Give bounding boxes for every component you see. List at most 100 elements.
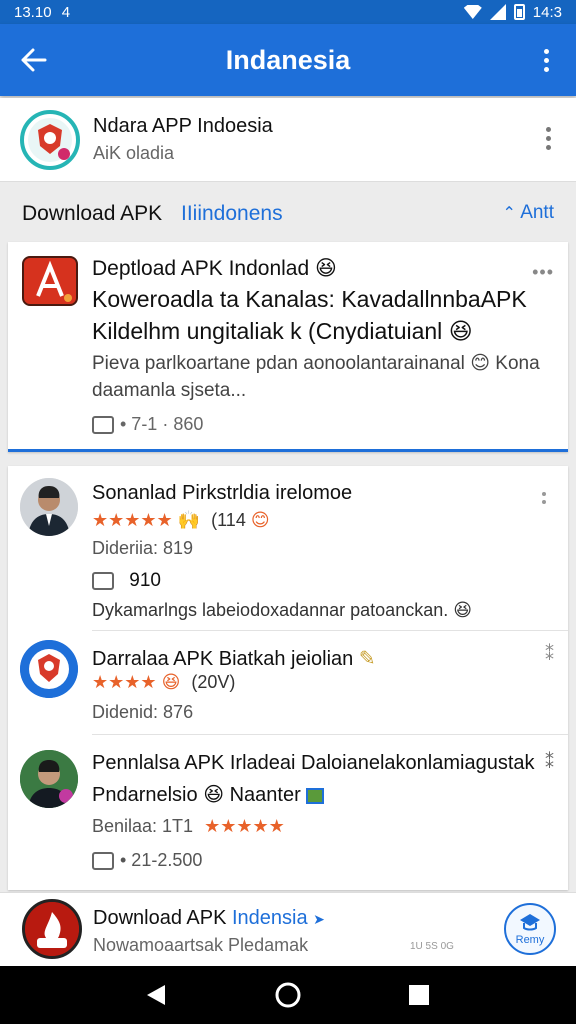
stars-text: ★★★★ [92, 672, 157, 692]
grin-emoji-icon: 😆 [315, 257, 337, 280]
section-title: Download APK [22, 202, 163, 225]
featured-post-card[interactable]: Deptload APK Indonlad 😆 Koweroadla ta Ka… [8, 242, 568, 452]
channel-avatar [20, 110, 80, 170]
nav-home-button[interactable] [274, 981, 302, 1009]
status-bar: 13.10 4 14:3 [0, 0, 576, 24]
person-avatar-icon [20, 478, 78, 536]
item-menu-button[interactable] [534, 484, 554, 512]
stars-text: ★★★★★ [92, 510, 173, 530]
comment-icon [92, 415, 114, 434]
list-item[interactable]: Sonanlad Pirkstrldia irelomoe ★★★★★ 🙌 (1… [8, 466, 568, 630]
item-line-1: Dideriia: 819 [92, 538, 194, 558]
chevron-up-icon: ⌃ [502, 205, 516, 222]
grin-emoji-icon: 😆 [203, 784, 225, 806]
dot-icon [543, 57, 549, 63]
more-options-button[interactable] [532, 42, 560, 78]
page-title: Indanesia [225, 44, 351, 75]
dot-icon [542, 500, 546, 504]
bottom-title: Download APK Indensia ➤ [93, 907, 325, 930]
fab-label: Remy [515, 934, 545, 946]
featured-desc-1-end: Kona [495, 353, 540, 374]
laugh-emoji-icon: 😆 [161, 672, 181, 692]
smile-emoji-icon: 😊 [470, 353, 490, 374]
bottom-channel-bar[interactable]: Download APK Indensia ➤ Nowamoaartsak Pl… [0, 892, 576, 966]
post-list-card: Sonanlad Pirkstrldia irelomoe ★★★★★ 🙌 (1… [8, 466, 568, 890]
circle-home-icon [275, 982, 301, 1008]
item-meta: • 21-2.500 [92, 850, 202, 871]
dot-icon [542, 492, 546, 496]
status-time: 13.10 4 [14, 4, 70, 21]
nav-recents-button[interactable] [405, 981, 433, 1009]
channel-header[interactable]: Ndara APP Indoesia AiK oladia [0, 98, 576, 182]
item-line-2-text: Pndarnelsio [92, 784, 198, 806]
item-line-1: Didenid: 876 [92, 702, 194, 722]
signal-icon [489, 4, 506, 20]
status-icons: 14:3 [463, 4, 562, 21]
featured-line-3-text: Kildelhm ungitaliak k (Cnydiatuianl [92, 318, 443, 344]
item-title: Pennlalsa APK Irladeai Daloianelakonlami… [92, 752, 535, 774]
featured-title-line-2: Koweroadla ta Kanalas: KavadallnnbaAPK [92, 286, 527, 312]
item-title-line-2: Pndarnelsio 😆 Naanter [92, 782, 325, 807]
featured-meta-text: • 7-1 · 860 [120, 414, 204, 434]
dot-icon [545, 144, 551, 150]
rating-stars: ★★★★★ 🙌 (114 😊 [92, 510, 270, 531]
smile-emoji-icon: 😊 [250, 510, 270, 530]
section-tag[interactable]: IIiindonens [181, 202, 283, 226]
avatar [20, 478, 78, 536]
dot-icon [543, 66, 549, 72]
app-logo-icon [22, 256, 78, 306]
status-extra: 4 [61, 3, 71, 21]
item-line-3: Benilaa: 1T1 ★★★★★ [92, 816, 285, 837]
divider [92, 734, 568, 735]
featured-desc-1-text: Pieva parlkoartane pdan aonoolantarainan… [92, 353, 465, 374]
shield-logo-icon [20, 640, 78, 698]
rating-count: (20V) [191, 672, 236, 692]
channel-name: Ndara APP Indoesia [93, 115, 273, 137]
status-time-text: 13.10 [14, 3, 52, 21]
item-title-text: Darralaa APK Biatkah jeiolian [92, 648, 354, 670]
person-avatar-icon [20, 750, 78, 808]
list-item[interactable]: Darralaa APK Biatkah jeiolian ✎ ★★★★ 😆 (… [8, 632, 568, 734]
featured-meta: • 7-1 · 860 [92, 414, 203, 435]
channel-subtitle: AiK oladia [93, 143, 175, 163]
triangle-back-icon [147, 985, 165, 1005]
item-title: Darralaa APK Biatkah jeiolian ✎ [92, 646, 376, 671]
section-header: Download APK IIiindonens ⌃ Antt [0, 190, 576, 238]
featured-more-button[interactable]: ••• [532, 262, 554, 283]
list-item[interactable]: Pennlalsa APK Irladeai Daloianelakonlami… [8, 736, 568, 890]
chevron-right-icon: ➤ [313, 911, 325, 927]
grin-emoji-icon: 😆 [453, 600, 473, 620]
flame-logo-icon [25, 902, 79, 956]
wifi-icon [463, 5, 482, 19]
bottom-subtitle: Nowamoaartsak Pledamak [93, 935, 309, 955]
item-link-icon[interactable]: ⁑ [545, 752, 554, 773]
square-recents-icon [409, 985, 429, 1005]
featured-desc-line-2: daamanla sjseta... [92, 380, 247, 401]
item-chip-value: 910 [129, 570, 161, 591]
fab-button[interactable]: Remy [504, 903, 556, 955]
bottom-title-blue: Indensia [231, 907, 308, 929]
item-line-2-text: Dykamarlngs labeiodoxadannar patoanckan. [92, 600, 449, 620]
bottom-small-label: 1U 5S 0G [410, 941, 454, 952]
item-title: Sonanlad Pirkstrldia irelomoe [92, 482, 353, 504]
rating-count: (114 [211, 510, 246, 530]
item-link-icon[interactable]: ⁑ [545, 644, 554, 665]
channel-menu-button[interactable] [538, 124, 558, 152]
pencil-icon: ✎ [358, 648, 376, 670]
featured-title-line-1: Deptload APK Indonlad 😆 [92, 256, 337, 281]
system-nav-bar [0, 966, 576, 1024]
shield-logo-icon [28, 118, 72, 162]
item-line-2-end: Naanter [229, 784, 301, 806]
battery-icon [513, 4, 525, 20]
featured-title-line-3: Kildelhm ungitaliak k (Cnydiatuianl 😆 [92, 318, 473, 345]
avatar [20, 750, 78, 808]
section-action[interactable]: ⌃ Antt [503, 202, 554, 224]
nav-back-button[interactable] [142, 981, 170, 1009]
avatar [20, 640, 78, 698]
item-chip-row: 910 [92, 570, 161, 592]
comment-icon [92, 571, 114, 590]
dot-icon [545, 126, 551, 132]
item-line-2: Dykamarlngs labeiodoxadannar patoanckan.… [92, 600, 472, 621]
laugh-emoji-icon: 😆 [448, 318, 473, 344]
divider [92, 630, 568, 631]
